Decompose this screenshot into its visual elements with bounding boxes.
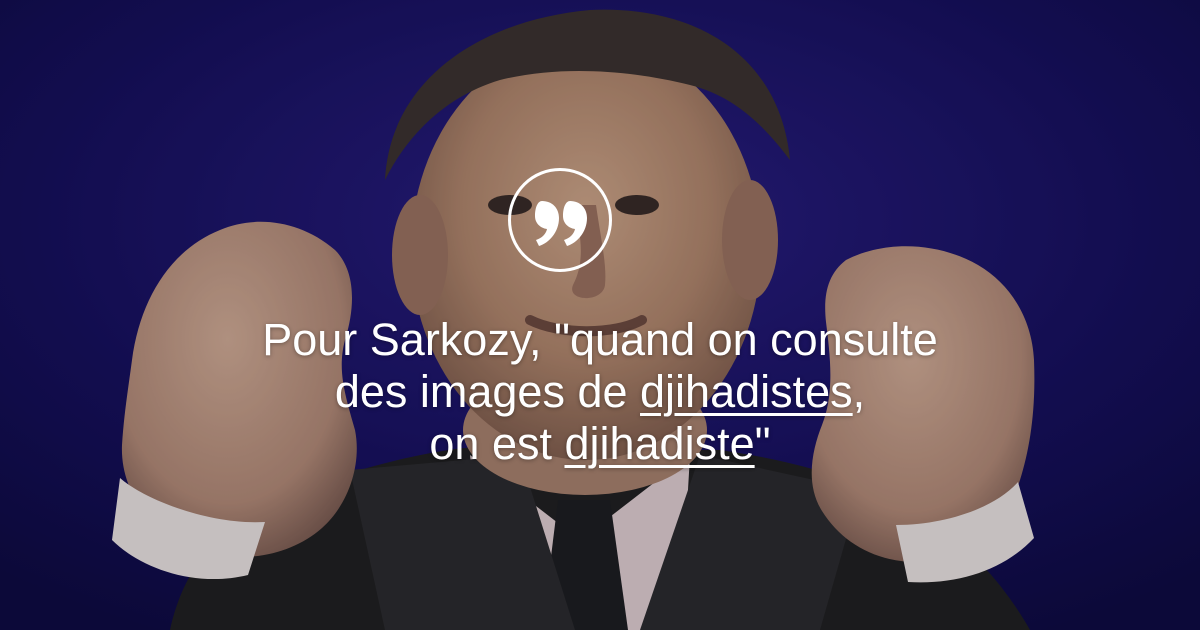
quote-icon <box>535 201 587 246</box>
quote-badge <box>508 168 612 272</box>
quote-line-3-start: on est <box>429 418 565 469</box>
quote-line-2-end: , <box>852 366 866 417</box>
quote-line-2: des images de djihadistes, <box>150 366 1050 418</box>
djihadistes-keyword-link[interactable]: djihadistes <box>640 366 853 417</box>
quote-line-3: on est djihadiste" <box>150 418 1050 470</box>
djihadiste-keyword-link[interactable]: djihadiste <box>564 418 754 469</box>
quote-line-1: Pour Sarkozy, "quand on consulte <box>262 314 938 365</box>
quote-card: Pour Sarkozy, "quand on consulte des ima… <box>0 0 1200 630</box>
quote-line-3-end: " <box>754 418 771 469</box>
quote-text: Pour Sarkozy, "quand on consulte des ima… <box>150 314 1050 470</box>
quote-line-2-start: des images de <box>334 366 641 417</box>
